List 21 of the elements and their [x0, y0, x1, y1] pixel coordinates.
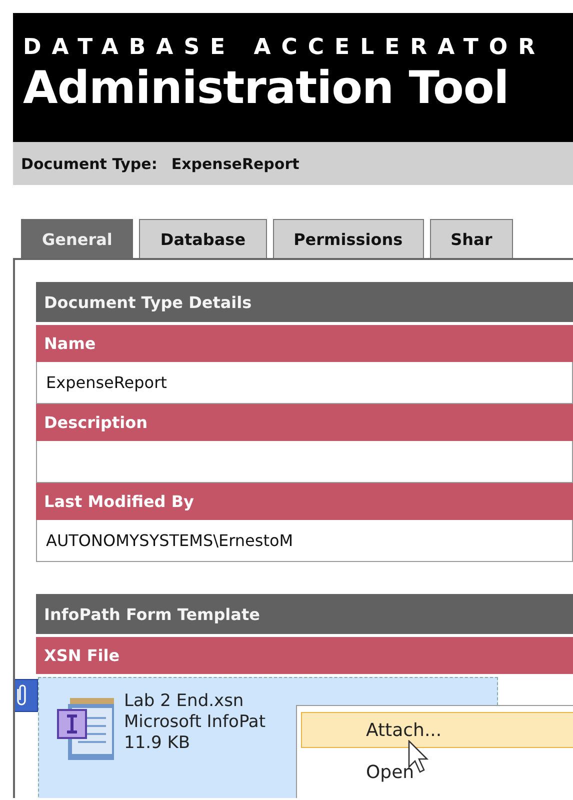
tab[interactable]: Database: [139, 219, 267, 258]
document-type-label: Document Type:: [21, 154, 158, 172]
file-name: Lab 2 End.xsn: [124, 691, 245, 712]
app-subtitle: DATABASE ACCELERATOR: [23, 35, 546, 61]
menu-item[interactable]: Open: [301, 754, 573, 790]
file-type: Microsoft InfoPat: [124, 712, 266, 733]
section-header: InfoPath Form Template: [36, 594, 573, 637]
tab[interactable]: Shar: [430, 219, 514, 258]
menu-item[interactable]: Attach...: [301, 712, 573, 748]
tab[interactable]: General: [21, 219, 134, 258]
field-label: Last Modified By: [36, 483, 573, 520]
file-size: 11.9 KB: [124, 733, 192, 754]
field-label: Name: [36, 325, 573, 362]
tab[interactable]: Permissions: [272, 219, 424, 258]
field-label: XSN File: [36, 637, 573, 674]
document-type-value: ExpenseReport: [171, 154, 300, 172]
form-document-icon: [56, 696, 116, 762]
field-value: AUTONOMYSYSTEMS\ErnestoM: [36, 520, 573, 562]
field-label: Description: [36, 404, 573, 441]
app-title: Administration Tool: [23, 61, 509, 115]
section-header: Document Type Details: [36, 282, 573, 325]
